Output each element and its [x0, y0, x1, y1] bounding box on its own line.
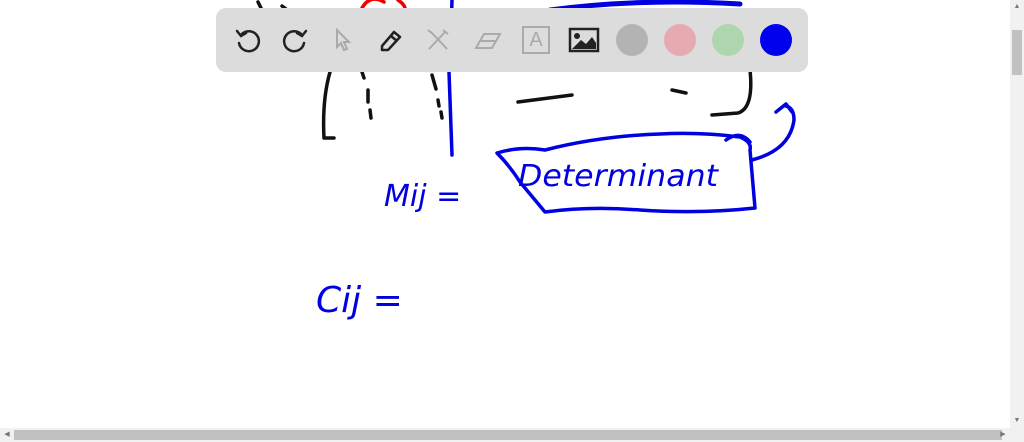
image-icon	[568, 27, 600, 53]
minor-annotation: Mij =	[384, 179, 461, 214]
redo-button[interactable]	[279, 24, 311, 56]
pointer-icon	[336, 27, 352, 52]
color-swatch-blue-selected[interactable]	[760, 24, 792, 56]
scrollbar-corner	[1010, 428, 1024, 442]
eraser-button[interactable]	[472, 24, 504, 56]
horizontal-scrollbar[interactable]: ◀ ▶	[0, 428, 1010, 442]
pen-tool-button[interactable]	[375, 24, 407, 56]
undo-button[interactable]	[232, 24, 264, 56]
drawing-toolbar: A	[216, 8, 808, 72]
matrix-dots-1	[360, 70, 373, 120]
matrix-bracket-left	[321, 70, 336, 140]
determinant-label: Determinant	[518, 159, 719, 194]
horizontal-scroll-thumb[interactable]	[14, 430, 1002, 440]
text-tool-button[interactable]: A	[520, 24, 552, 56]
eraser-icon	[474, 33, 502, 49]
scroll-down-arrow[interactable]: ▼	[1010, 414, 1024, 428]
red-circle-stroke	[360, 0, 407, 10]
tools-button[interactable]	[422, 24, 454, 56]
undo-icon	[235, 29, 261, 53]
color-swatch-green[interactable]	[712, 24, 744, 56]
matrix-dash-2	[670, 88, 688, 95]
redo-icon	[282, 29, 308, 53]
insert-image-button[interactable]	[568, 24, 600, 56]
select-tool-button[interactable]	[327, 24, 359, 56]
text-box-icon: A	[522, 26, 550, 54]
cofactor-annotation: Cij =	[316, 280, 403, 321]
banner-arrow	[750, 102, 796, 162]
vertical-scroll-thumb[interactable]	[1012, 30, 1022, 75]
matrix-dots-2	[430, 73, 444, 120]
vertical-scrollbar[interactable]: ▲ ▼	[1010, 0, 1024, 428]
color-swatch-pink[interactable]	[664, 24, 696, 56]
pencil-icon	[380, 30, 402, 52]
tools-icon	[427, 29, 449, 50]
matrix-bracket-right	[710, 68, 753, 117]
matrix-dash-1	[516, 93, 574, 104]
color-swatch-gray[interactable]	[616, 24, 648, 56]
scroll-up-arrow[interactable]: ▲	[1010, 0, 1024, 14]
scroll-left-arrow[interactable]: ◀	[0, 428, 14, 442]
scroll-right-arrow[interactable]: ▶	[996, 428, 1010, 442]
